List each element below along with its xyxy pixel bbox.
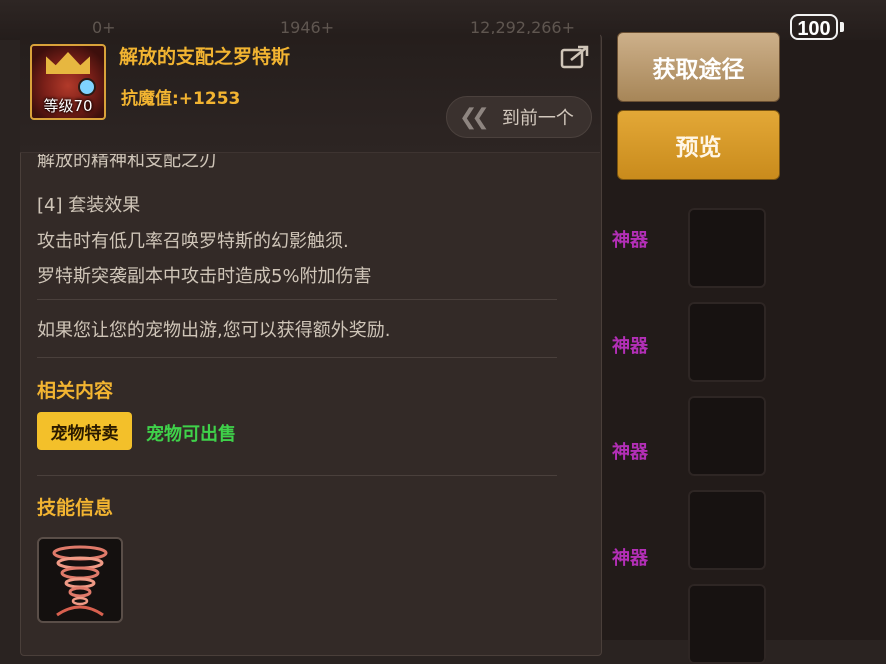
skill-slot[interactable] — [37, 537, 123, 623]
artifact-tag: 神器 — [612, 336, 648, 357]
pet-sale-label: 宠物特卖 — [50, 423, 119, 444]
previous-item-button[interactable]: ❮❮ 到前一个 — [446, 96, 592, 138]
pet-sellable-label: 宠物可出售 — [146, 424, 236, 445]
double-chevron-left-icon: ❮❮ — [459, 104, 490, 130]
inventory-slot[interactable] — [688, 302, 766, 382]
tornado-icon — [52, 545, 108, 617]
battery-indicator: 100 — [790, 14, 838, 40]
preview-label: 预览 — [675, 135, 722, 161]
pet-sale-tag[interactable]: 宠物特卖 — [37, 412, 132, 450]
pet-avatar: 等级70 — [30, 44, 106, 120]
inventory-slot[interactable] — [688, 208, 766, 288]
divider — [37, 299, 557, 300]
item-name: 解放的支配之罗特斯 — [119, 46, 291, 68]
share-icon[interactable] — [560, 44, 590, 70]
acquire-route-button[interactable]: 获取途径 — [617, 32, 780, 102]
inventory-slot[interactable] — [688, 490, 766, 570]
inventory-slot[interactable] — [688, 584, 766, 664]
item-stat: 抗魔值:+1253 — [121, 89, 241, 109]
pet-eye — [78, 78, 96, 96]
skill-info-title: 技能信息 — [37, 497, 114, 519]
artifact-tag: 神器 — [612, 230, 648, 251]
description-cut-line: 解放的精神和支配之刃 — [37, 154, 217, 176]
artifact-tag: 神器 — [612, 442, 648, 463]
previous-item-label: 到前一个 — [501, 108, 574, 129]
bottom-cut-text — [37, 630, 237, 640]
inventory-slot[interactable] — [688, 396, 766, 476]
battery-nub — [840, 22, 844, 32]
set-effect-line: 罗特斯突袭副本中攻击时造成5%附加伤害 — [37, 266, 372, 287]
crown-icon — [46, 52, 90, 74]
related-content-title: 相关内容 — [37, 380, 114, 402]
divider — [37, 357, 557, 358]
pet-note: 如果您让您的宠物出游,您可以获得额外奖励. — [37, 320, 391, 341]
divider — [37, 475, 557, 476]
artifact-tag: 神器 — [612, 548, 648, 569]
level-label: 等级70 — [43, 97, 93, 115]
set-effect-header: [4] 套装效果 — [37, 195, 141, 216]
description-cut-text: 解放的精神和支配之刃 — [37, 154, 217, 171]
acquire-route-label: 获取途径 — [652, 57, 745, 83]
set-effect-line: 攻击时有低几率召唤罗特斯的幻影触须. — [37, 231, 349, 252]
preview-button[interactable]: 预览 — [617, 110, 780, 180]
